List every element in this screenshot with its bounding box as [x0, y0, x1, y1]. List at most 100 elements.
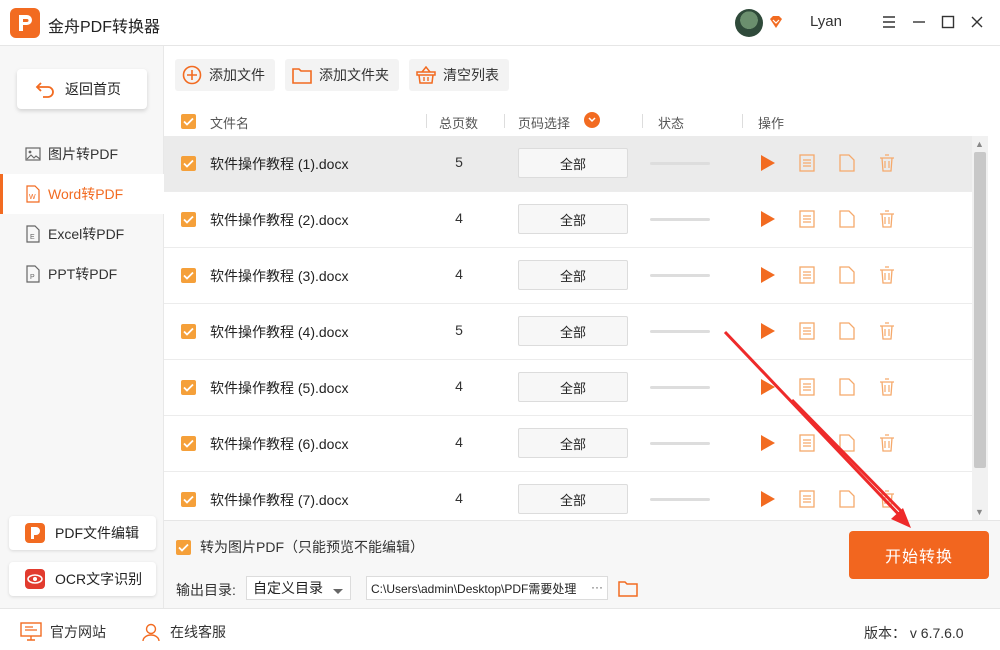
word-file-icon: W [24, 185, 42, 203]
trash-icon[interactable] [876, 432, 898, 454]
official-website-link[interactable]: 官方网站 [20, 621, 106, 643]
document-icon[interactable] [796, 376, 818, 398]
online-support-link[interactable]: 在线客服 [140, 621, 226, 643]
header-status: 状态 [658, 116, 685, 131]
scroll-down-icon[interactable]: ▼ [975, 507, 984, 517]
scroll-thumb[interactable] [974, 152, 986, 468]
online-support-label: 在线客服 [170, 624, 226, 640]
sidebar-item-word-to-pdf[interactable]: W Word转PDF [0, 174, 164, 214]
output-dir-select[interactable]: 自定义目录 [246, 576, 351, 600]
page-count: 4 [455, 266, 463, 282]
sidebar-item-image-to-pdf[interactable]: 图片转PDF [0, 134, 164, 174]
row-checkbox[interactable] [181, 380, 196, 395]
start-convert-button[interactable]: 开始转换 [849, 531, 989, 579]
add-file-button[interactable]: 添加文件 [175, 59, 275, 91]
row-checkbox[interactable] [181, 268, 196, 283]
document-icon[interactable] [796, 488, 818, 510]
page-range-input[interactable]: 全部 [518, 204, 628, 234]
file-icon[interactable] [836, 376, 858, 398]
ocr-button[interactable]: OCR文字识别 [9, 562, 156, 596]
table-row[interactable]: 软件操作教程 (6).docx 4 全部 [164, 416, 972, 472]
output-path-field[interactable]: C:\Users\admin\Desktop\PDF需要处理 ··· [366, 576, 608, 600]
play-icon[interactable] [756, 488, 778, 510]
clear-list-button[interactable]: 清空列表 [409, 59, 509, 91]
username[interactable]: Lyan [810, 13, 842, 30]
svg-text:E: E [30, 234, 35, 241]
image-pdf-option[interactable]: 转为图片PDF（只能预览不能编辑） [176, 537, 424, 557]
play-icon[interactable] [756, 320, 778, 342]
file-icon[interactable] [836, 208, 858, 230]
minimize-icon[interactable] [909, 12, 929, 32]
table-row[interactable]: 软件操作教程 (5).docx 4 全部 [164, 360, 972, 416]
status-progress-bar [650, 218, 710, 221]
table-row[interactable]: 软件操作教程 (3).docx 4 全部 [164, 248, 972, 304]
trash-icon[interactable] [876, 264, 898, 286]
row-checkbox[interactable] [181, 436, 196, 451]
trash-icon[interactable] [876, 376, 898, 398]
page-range-input[interactable]: 全部 [518, 428, 628, 458]
sidebar: 返回首页 图片转PDF W Word转PDF E Excel转PDF P PPT… [0, 46, 164, 608]
page-range-input[interactable]: 全部 [518, 372, 628, 402]
file-name: 软件操作教程 (1).docx [210, 156, 349, 172]
file-icon[interactable] [836, 320, 858, 342]
page-range-input[interactable]: 全部 [518, 260, 628, 290]
clear-list-label: 清空列表 [443, 67, 499, 83]
page-range-input[interactable]: 全部 [518, 148, 628, 178]
sidebar-item-label: 图片转PDF [48, 146, 118, 162]
page-range-input[interactable]: 全部 [518, 484, 628, 514]
file-icon[interactable] [836, 264, 858, 286]
play-icon[interactable] [756, 432, 778, 454]
row-checkbox[interactable] [181, 156, 196, 171]
play-icon[interactable] [756, 208, 778, 230]
page-range-input[interactable]: 全部 [518, 316, 628, 346]
add-folder-button[interactable]: 添加文件夹 [285, 59, 399, 91]
header-divider [642, 114, 643, 128]
svg-text:P: P [30, 274, 35, 281]
document-icon[interactable] [796, 208, 818, 230]
table-row[interactable]: 软件操作教程 (1).docx 5 全部 [164, 136, 972, 192]
folder-icon [291, 64, 313, 86]
range-dropdown-icon[interactable] [584, 112, 600, 128]
document-icon[interactable] [796, 152, 818, 174]
trash-icon[interactable] [876, 208, 898, 230]
header-range: 页码选择 [518, 116, 571, 131]
table-row[interactable]: 软件操作教程 (4).docx 5 全部 [164, 304, 972, 360]
trash-icon[interactable] [876, 488, 898, 510]
play-icon[interactable] [756, 264, 778, 286]
pdf-edit-button[interactable]: PDF文件编辑 [9, 516, 156, 550]
file-icon[interactable] [836, 432, 858, 454]
sidebar-item-ppt-to-pdf[interactable]: P PPT转PDF [0, 254, 164, 294]
file-icon[interactable] [836, 488, 858, 510]
row-checkbox[interactable] [181, 324, 196, 339]
play-icon[interactable] [756, 376, 778, 398]
image-pdf-checkbox[interactable] [176, 539, 191, 555]
open-folder-icon[interactable] [617, 577, 639, 599]
file-icon[interactable] [836, 152, 858, 174]
trash-icon[interactable] [876, 320, 898, 342]
document-icon[interactable] [796, 264, 818, 286]
path-more-button[interactable]: ··· [591, 580, 603, 594]
trash-icon[interactable] [876, 152, 898, 174]
avatar[interactable] [735, 9, 763, 37]
pdf-edit-icon [23, 521, 47, 545]
sidebar-item-excel-to-pdf[interactable]: E Excel转PDF [0, 214, 164, 254]
vertical-scrollbar[interactable]: ▲ ▼ [972, 136, 988, 520]
maximize-icon[interactable] [938, 12, 958, 32]
menu-icon[interactable] [879, 12, 899, 32]
row-checkbox[interactable] [181, 492, 196, 507]
table-row[interactable]: 软件操作教程 (2).docx 4 全部 [164, 192, 972, 248]
scroll-up-icon[interactable]: ▲ [975, 139, 984, 149]
header-divider [504, 114, 505, 128]
row-checkbox[interactable] [181, 212, 196, 227]
document-icon[interactable] [796, 432, 818, 454]
select-all-checkbox[interactable] [181, 114, 196, 129]
play-icon[interactable] [756, 152, 778, 174]
page-count: 4 [455, 434, 463, 450]
table-row[interactable]: 软件操作教程 (7).docx 4 全部 [164, 472, 972, 520]
vip-diamond-icon[interactable] [768, 14, 784, 30]
close-icon[interactable] [967, 12, 987, 32]
header-filename: 文件名 [210, 116, 250, 131]
document-icon[interactable] [796, 320, 818, 342]
add-folder-label: 添加文件夹 [319, 67, 389, 83]
back-home-button[interactable]: 返回首页 [17, 69, 147, 109]
